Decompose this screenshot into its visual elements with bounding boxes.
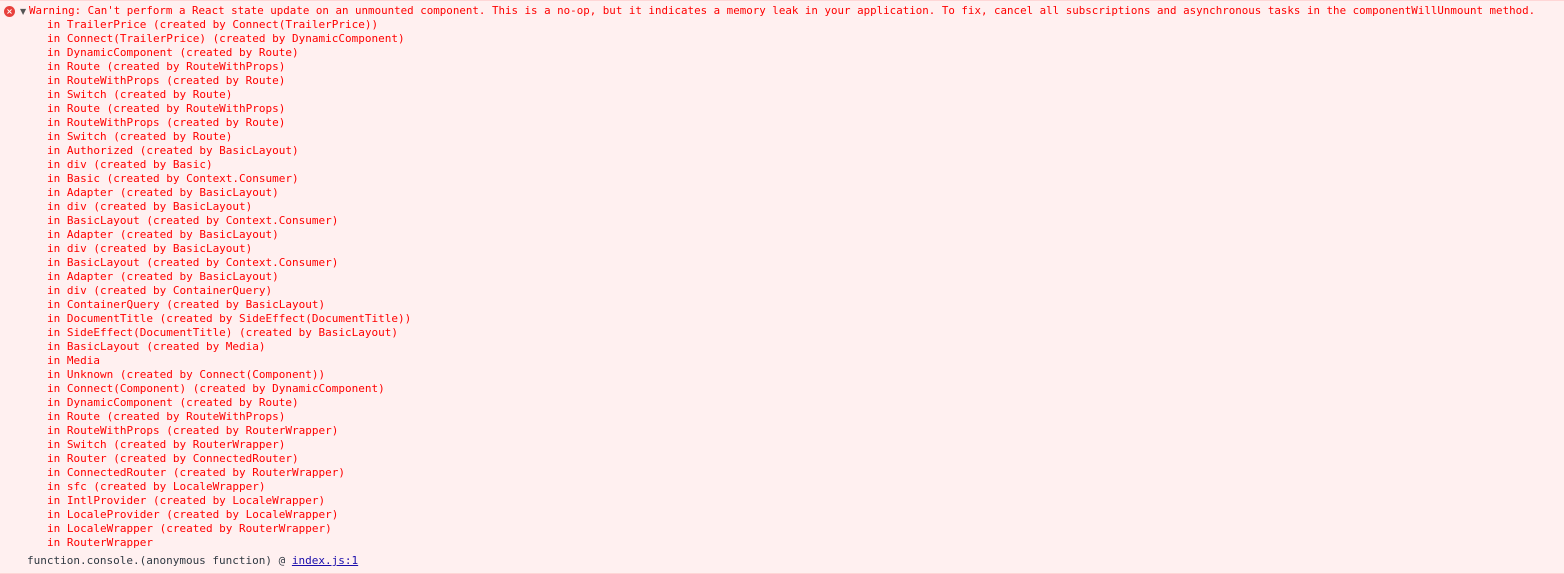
source-function: function.console.(anonymous function) @ — [27, 554, 292, 567]
stack-line: in BasicLayout (created by Media) — [47, 340, 266, 353]
stack-line: in RouteWithProps (created by RouterWrap… — [47, 424, 339, 437]
stack-line: in Route (created by RouteWithProps) — [47, 102, 286, 115]
stack-line: in Route (created by RouteWithProps) — [47, 410, 286, 423]
stack-line: in Unknown (created by Connect(Component… — [47, 368, 326, 381]
stack-line: in DynamicComponent (created by Route) — [47, 396, 299, 409]
stack-line: in BasicLayout (created by Context.Consu… — [47, 214, 339, 227]
stack-line: in TrailerPrice (created by Connect(Trai… — [47, 18, 379, 31]
console-error-message: × ▼ Warning: Can't perform a React state… — [0, 0, 1564, 574]
source-link[interactable]: index.js:1 — [292, 554, 358, 567]
stack-line: in SideEffect(DocumentTitle) (created by… — [47, 326, 398, 339]
stack-line: in Adapter (created by BasicLayout) — [47, 270, 279, 283]
stack-line: in Switch (created by Route) — [47, 130, 233, 143]
stack-line: in RouteWithProps (created by Route) — [47, 74, 286, 87]
stack-line: in div (created by BasicLayout) — [47, 200, 253, 213]
stack-line: in div (created by Basic) — [47, 158, 213, 171]
error-icon: × — [4, 6, 15, 17]
stack-line: in LocaleWrapper (created by RouterWrapp… — [47, 522, 332, 535]
stack-line: in Adapter (created by BasicLayout) — [47, 228, 279, 241]
stack-line: in Basic (created by Context.Consumer) — [47, 172, 299, 185]
stack-line: in Authorized (created by BasicLayout) — [47, 144, 299, 157]
stack-line: in Router (created by ConnectedRouter) — [47, 452, 299, 465]
stack-line: in LocaleProvider (created by LocaleWrap… — [47, 508, 339, 521]
stack-line: in Switch (created by Route) — [47, 88, 233, 101]
stack-line: in Switch (created by RouterWrapper) — [47, 438, 286, 451]
stack-line: in Connect(Component) (created by Dynami… — [47, 382, 385, 395]
stack-line: in Media — [47, 354, 100, 367]
stack-line: in div (created by ContainerQuery) — [47, 284, 273, 297]
stack-line: in RouterWrapper — [47, 536, 153, 549]
stack-line: in BasicLayout (created by Context.Consu… — [47, 256, 339, 269]
stack-line: in Route (created by RouteWithProps) — [47, 60, 286, 73]
stack-line: in div (created by BasicLayout) — [47, 242, 253, 255]
stack-line: in ContainerQuery (created by BasicLayou… — [47, 298, 326, 311]
stack-line: in RouteWithProps (created by Route) — [47, 116, 286, 129]
stack-line: in Adapter (created by BasicLayout) — [47, 186, 279, 199]
stack-line: in IntlProvider (created by LocaleWrappe… — [47, 494, 326, 507]
stack-line: in DocumentTitle (created by SideEffect(… — [47, 312, 412, 325]
stack-line: in ConnectedRouter (created by RouterWra… — [47, 466, 346, 479]
stack-line: in sfc (created by LocaleWrapper) — [47, 480, 266, 493]
stack-line: in DynamicComponent (created by Route) — [47, 46, 299, 59]
component-stack: in TrailerPrice (created by Connect(Trai… — [47, 18, 411, 550]
stack-line: in Connect(TrailerPrice) (created by Dyn… — [47, 32, 405, 45]
expand-toggle-icon[interactable]: ▼ — [20, 6, 28, 18]
console-source-footer: function.console.(anonymous function) @ … — [27, 554, 358, 568]
warning-message: Warning: Can't perform a React state upd… — [29, 4, 1536, 17]
